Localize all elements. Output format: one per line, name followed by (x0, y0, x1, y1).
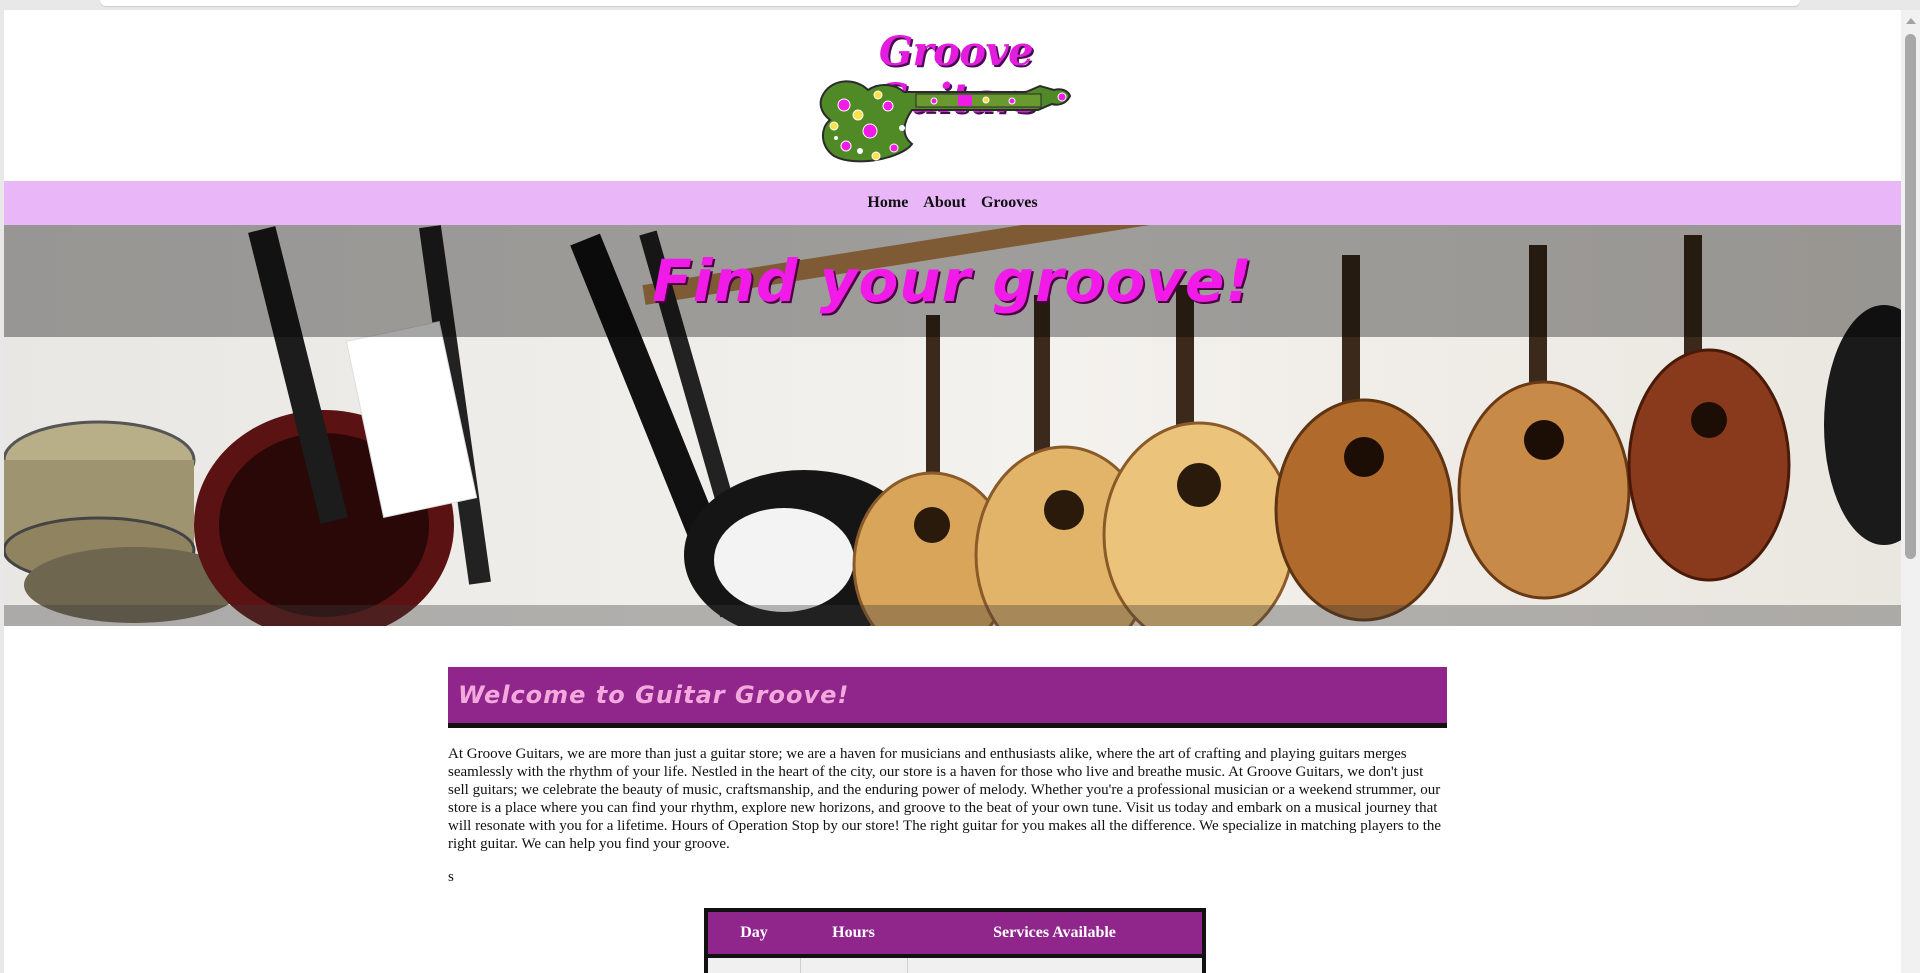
stray-text: s (448, 869, 454, 885)
address-bar-edge (100, 0, 1800, 6)
hours-header-services: Services Available (907, 910, 1204, 958)
hours-cell-services: Sales Only (907, 956, 1205, 973)
main-nav: Home About Grooves (4, 181, 1901, 225)
site-logo[interactable]: Groove Guitars (816, 28, 1096, 173)
table-row: Sunday 11am to 3pm Sales Only (706, 956, 1205, 973)
hours-header-day: Day (706, 910, 800, 958)
intro-paragraph: At Groove Guitars, we are more than just… (448, 746, 1442, 852)
hours-table-header-row: Day Hours Services Available (706, 910, 1204, 958)
scroll-up-arrow-icon[interactable] (1906, 18, 1916, 24)
welcome-banner: Welcome to Guitar Groove! (448, 667, 1447, 728)
hero-title: Find your groove! (652, 247, 1253, 315)
nav-home-link[interactable]: Home (867, 194, 908, 212)
page-scrollbar[interactable] (1901, 10, 1920, 973)
welcome-heading: Welcome to Guitar Groove! (458, 681, 850, 709)
guitar-logo-icon (819, 80, 1072, 163)
main-content: Welcome to Guitar Groove! At Groove Guit… (448, 667, 1447, 886)
browser-top-edge (0, 0, 1920, 10)
hero-banner: Find your groove! (4, 225, 1901, 626)
hours-header-hours: Hours (800, 910, 907, 958)
hours-table: Day Hours Services Available Sunday 11am… (704, 908, 1206, 973)
scrollbar-thumb[interactable] (1905, 34, 1916, 559)
page-viewport: Groove Guitars (4, 10, 1901, 973)
hours-cell-hours: 11am to 3pm (800, 956, 908, 973)
nav-grooves-link[interactable]: Grooves (981, 194, 1038, 212)
nav-about-link[interactable]: About (923, 194, 966, 212)
hours-cell-day: Sunday (706, 956, 801, 973)
